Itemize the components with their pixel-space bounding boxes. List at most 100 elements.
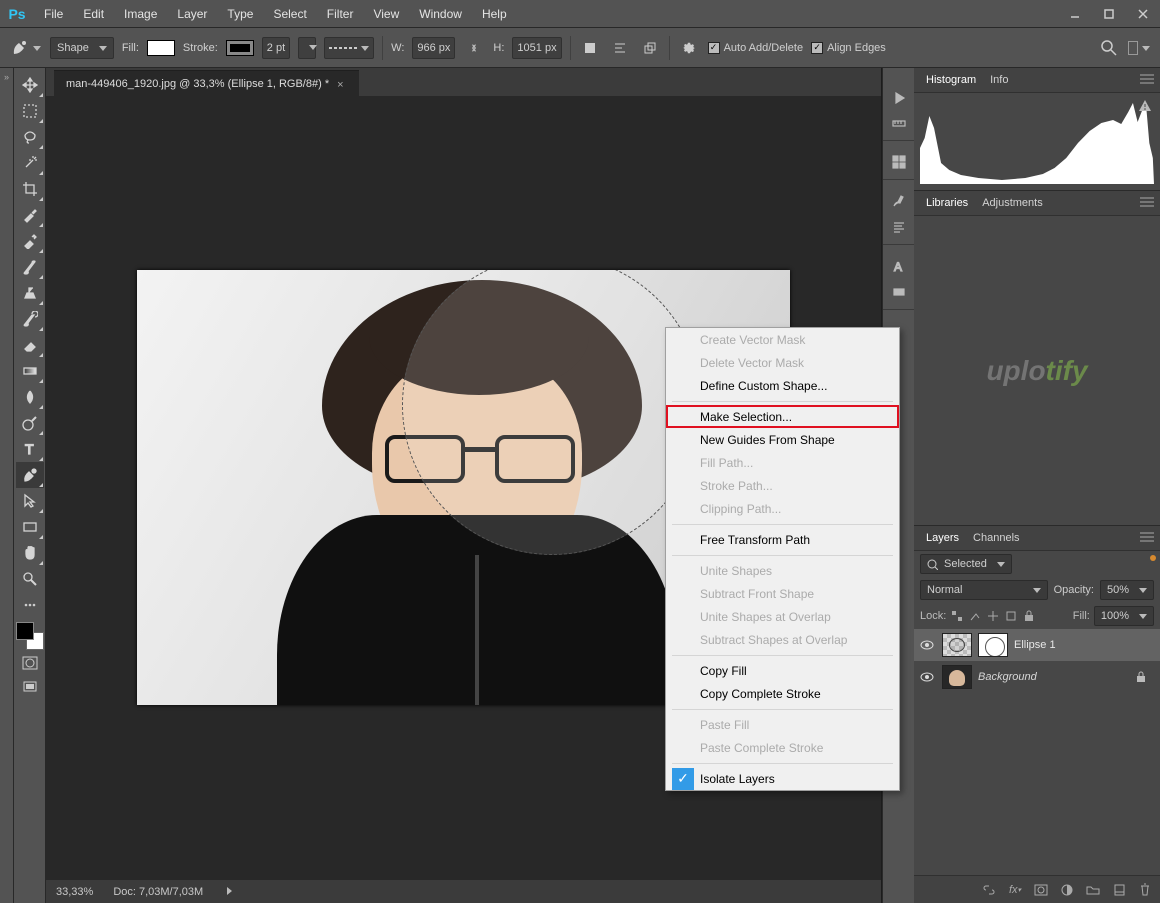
histogram-warning-icon[interactable]	[1138, 99, 1152, 113]
layers-tab[interactable]: Layers	[926, 532, 959, 544]
new-layer-icon[interactable]	[1112, 883, 1126, 897]
link-layers-icon[interactable]	[982, 883, 996, 897]
status-flyout-icon[interactable]	[223, 886, 232, 898]
visibility-icon[interactable]	[918, 636, 936, 654]
delete-layer-icon[interactable]	[1138, 883, 1152, 897]
gradient-tool[interactable]	[16, 358, 44, 384]
healing-brush-tool[interactable]	[16, 228, 44, 254]
stroke-width-input[interactable]: 2 pt	[262, 37, 290, 59]
active-tool-icon[interactable]	[10, 36, 42, 60]
lock-artboard-icon[interactable]	[1004, 609, 1018, 623]
character-icon[interactable]: A	[887, 255, 911, 277]
histogram-tab[interactable]: Histogram	[926, 74, 976, 86]
zoom-tool[interactable]	[16, 566, 44, 592]
pen-tool[interactable]	[16, 462, 44, 488]
eraser-tool[interactable]	[16, 332, 44, 358]
blur-tool[interactable]	[16, 384, 44, 410]
menu-type[interactable]: Type	[217, 0, 263, 27]
paragraph-icon[interactable]	[887, 216, 911, 238]
lock-all-icon[interactable]	[1022, 609, 1036, 623]
menu-file[interactable]: File	[34, 0, 73, 27]
play-icon[interactable]	[887, 86, 911, 108]
menu-edit[interactable]: Edit	[73, 0, 114, 27]
lasso-tool[interactable]	[16, 124, 44, 150]
color-swatches[interactable]	[16, 622, 44, 650]
layer-mask-icon[interactable]	[1034, 883, 1048, 897]
menu-window[interactable]: Window	[409, 0, 472, 27]
menu-image[interactable]: Image	[114, 0, 167, 27]
align-edges-checkbox[interactable]: ✓Align Edges	[811, 42, 886, 54]
layer-mask-thumbnail[interactable]	[978, 633, 1008, 657]
history-brush-tool[interactable]	[16, 306, 44, 332]
brush-tool[interactable]	[16, 254, 44, 280]
lock-image-icon[interactable]	[968, 609, 982, 623]
layer-fill-input[interactable]: 100%	[1094, 606, 1154, 626]
stroke-options-dropdown[interactable]	[298, 37, 316, 59]
adjustment-layer-icon[interactable]	[1060, 883, 1074, 897]
stroke-type-select[interactable]	[324, 37, 374, 59]
context-menu-item[interactable]: Copy Fill	[666, 659, 899, 682]
info-tab[interactable]: Info	[990, 74, 1008, 86]
context-menu-item[interactable]: Isolate Layers✓	[666, 767, 899, 790]
ellipse-path-outline[interactable]	[402, 270, 702, 555]
visibility-icon[interactable]	[918, 668, 936, 686]
workspace-select-icon[interactable]	[1128, 37, 1150, 59]
magic-wand-tool[interactable]	[16, 150, 44, 176]
path-selection-tool[interactable]	[16, 488, 44, 514]
libraries-tab[interactable]: Libraries	[926, 197, 968, 209]
clone-stamp-tool[interactable]	[16, 280, 44, 306]
panel-menu-icon[interactable]	[1140, 532, 1154, 542]
layer-filter-select[interactable]: Selected	[920, 554, 1012, 574]
layer-style-icon[interactable]: fx▾	[1008, 883, 1022, 897]
opacity-input[interactable]: 50%	[1100, 580, 1154, 600]
tool-mode-select[interactable]: Shape	[50, 37, 114, 59]
menu-layer[interactable]: Layer	[167, 0, 217, 27]
lock-transparency-icon[interactable]	[950, 609, 964, 623]
fill-swatch[interactable]	[147, 40, 175, 56]
dodge-tool[interactable]	[16, 410, 44, 436]
path-arrangement-icon[interactable]	[639, 37, 661, 59]
context-menu-item[interactable]: New Guides From Shape	[666, 428, 899, 451]
link-wh-icon[interactable]	[463, 37, 485, 59]
screen-mode-button[interactable]	[16, 676, 44, 698]
ruler-icon[interactable]	[887, 112, 911, 134]
edit-toolbar-button[interactable]	[16, 594, 44, 616]
group-icon[interactable]	[1086, 883, 1100, 897]
menu-filter[interactable]: Filter	[317, 0, 364, 27]
layer-row-ellipse[interactable]: Ellipse 1	[914, 629, 1160, 661]
panel-menu-icon[interactable]	[1140, 197, 1154, 207]
swatches-icon[interactable]	[887, 151, 911, 173]
quick-mask-button[interactable]	[16, 652, 44, 674]
minimize-button[interactable]	[1058, 0, 1092, 27]
layer-thumbnail[interactable]	[942, 665, 972, 689]
height-input[interactable]: 1051 px	[512, 37, 561, 59]
zoom-readout[interactable]: 33,33%	[56, 886, 93, 898]
document-tab[interactable]: man-449406_1920.jpg @ 33,3% (Ellipse 1, …	[54, 70, 359, 96]
eyedropper-tool[interactable]	[16, 202, 44, 228]
maximize-button[interactable]	[1092, 0, 1126, 27]
lock-icon[interactable]	[1136, 671, 1148, 683]
layer-thumbnail[interactable]	[942, 633, 972, 657]
context-menu-item[interactable]: Define Custom Shape...	[666, 374, 899, 397]
path-operations-icon[interactable]	[579, 37, 601, 59]
gear-icon[interactable]	[678, 37, 700, 59]
styles-icon[interactable]	[887, 281, 911, 303]
crop-tool[interactable]	[16, 176, 44, 202]
filter-toggle-dot[interactable]	[1150, 555, 1156, 561]
move-tool[interactable]	[16, 72, 44, 98]
blend-mode-select[interactable]: Normal	[920, 580, 1048, 600]
close-button[interactable]	[1126, 0, 1160, 27]
context-menu-item[interactable]: Copy Complete Stroke	[666, 682, 899, 705]
panel-menu-icon[interactable]	[1140, 74, 1154, 84]
menu-help[interactable]: Help	[472, 0, 517, 27]
layer-name[interactable]: Background	[978, 671, 1037, 683]
rectangle-tool[interactable]	[16, 514, 44, 540]
stroke-swatch[interactable]	[226, 40, 254, 56]
path-alignment-icon[interactable]	[609, 37, 631, 59]
adjustments-tab[interactable]: Adjustments	[982, 197, 1043, 209]
brushes-icon[interactable]	[887, 190, 911, 212]
context-menu-item[interactable]: Make Selection...	[666, 405, 899, 428]
panel-collapse-left[interactable]: »	[0, 68, 14, 903]
lock-position-icon[interactable]	[986, 609, 1000, 623]
hand-tool[interactable]	[16, 540, 44, 566]
